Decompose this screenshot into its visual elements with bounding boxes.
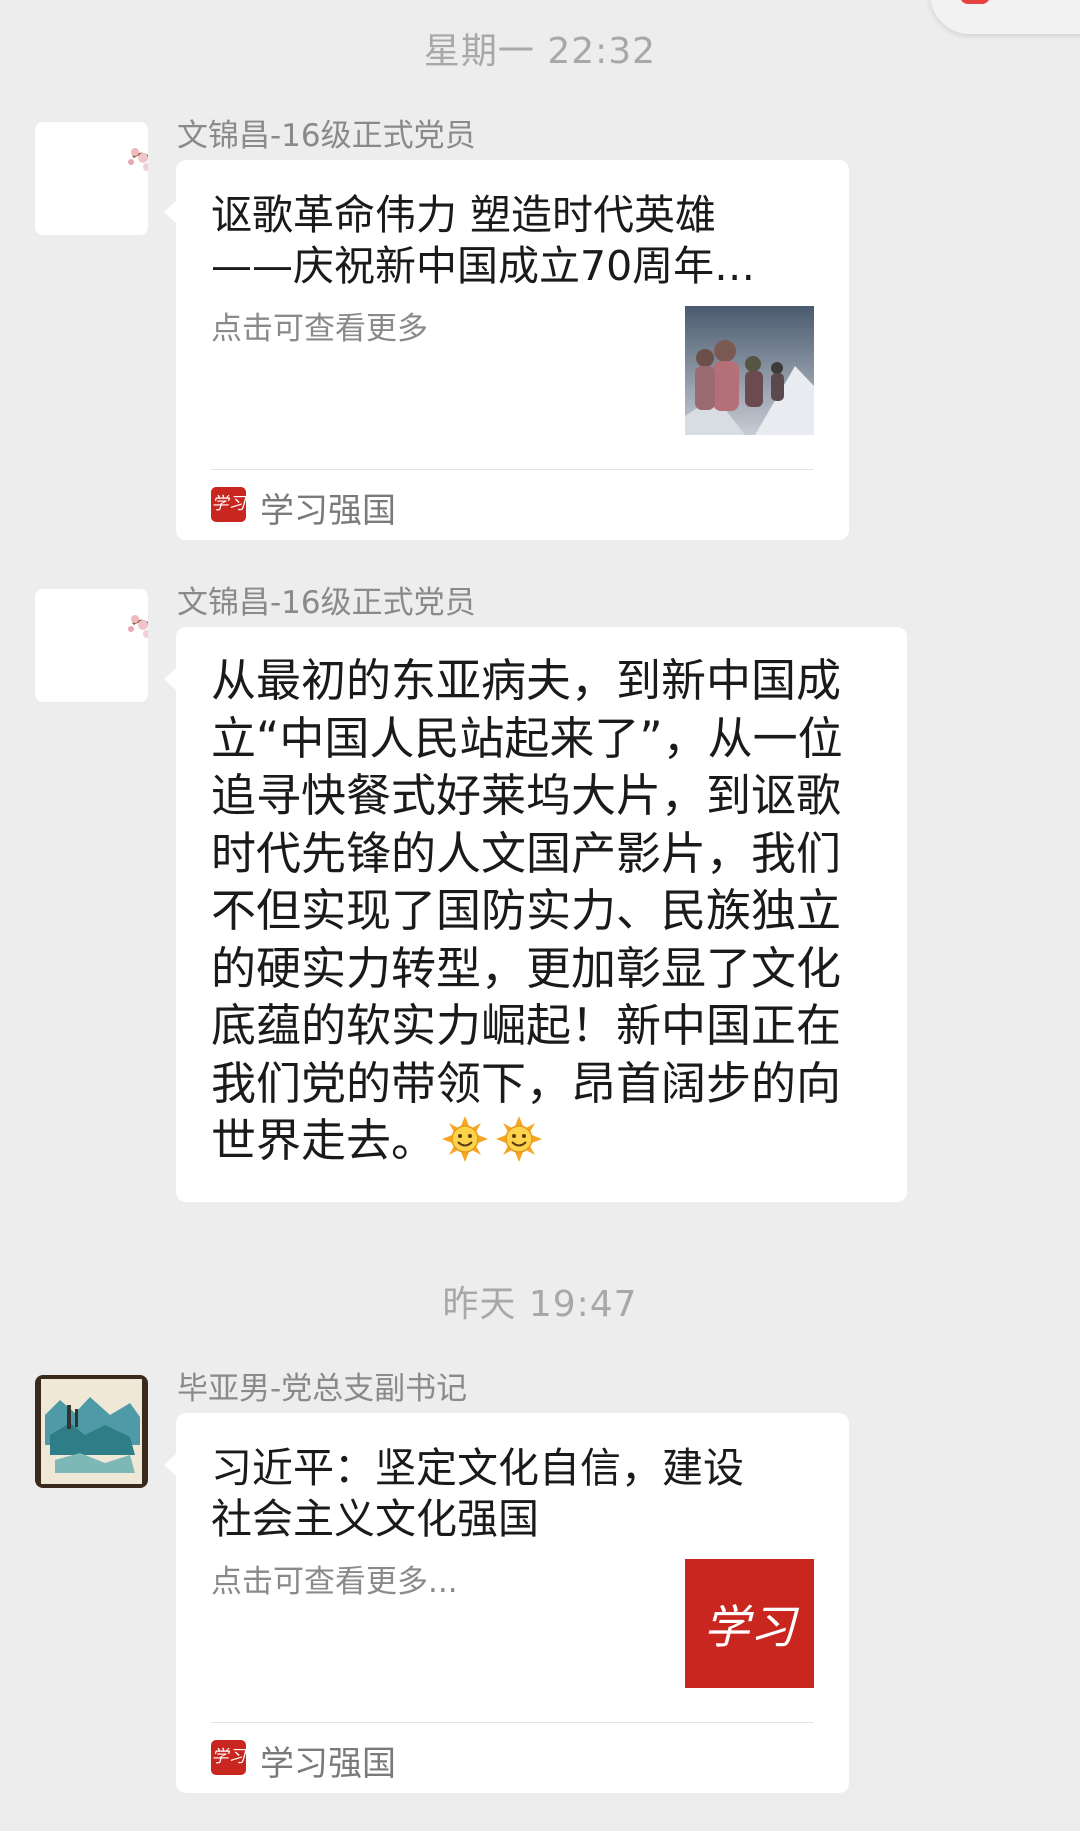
card-source-label: 学习强国 xyxy=(260,491,396,531)
sun-icon xyxy=(494,1114,544,1164)
card-thumbnail: 学习 xyxy=(685,1559,814,1688)
message-text: 从最初的东亚病夫，到新中国成 立“中国人民站起来了”，从一位 追寻快餐式好莱坞大… xyxy=(211,652,891,1170)
card-divider xyxy=(211,1722,814,1723)
avatar[interactable] xyxy=(35,122,148,235)
xuexi-logo: 学习 xyxy=(703,1599,796,1654)
xuexi-app-icon: 学习 xyxy=(211,1740,246,1775)
article-card[interactable]: 讴歌革命伟力 塑造时代英雄 ——庆祝新中国成立70周年… 点击可查看更多 学习 … xyxy=(164,160,849,540)
card-divider xyxy=(211,469,814,470)
article-card[interactable]: 习近平：坚定文化自信，建设 社会主义文化强国 点击可查看更多... 学习 学习 … xyxy=(164,1413,849,1793)
avatar-image xyxy=(35,122,148,235)
card-description: 点击可查看更多 xyxy=(211,311,428,347)
chat-screen: 星期一 22:32 文锦昌-16级正式党员 讴歌革命伟力 塑造时代英雄 ——庆祝… xyxy=(0,0,1080,1831)
sun-icon xyxy=(440,1114,490,1164)
card-source-label: 学习强国 xyxy=(260,1744,396,1784)
sender-name: 毕亚男-党总支副书记 xyxy=(177,1371,468,1407)
timestamp: 昨天 19:47 xyxy=(442,1284,638,1325)
card-thumbnail xyxy=(685,306,814,435)
xuexi-app-icon: 学习 xyxy=(211,487,246,522)
card-description: 点击可查看更多... xyxy=(211,1564,458,1600)
avatar-image xyxy=(35,589,148,702)
sender-name: 文锦昌-16级正式党员 xyxy=(177,118,476,154)
notification-dot xyxy=(960,0,990,4)
message-text-content: 从最初的东亚病夫，到新中国成 立“中国人民站起来了”，从一位 追寻快餐式好莱坞大… xyxy=(211,654,843,1167)
avatar[interactable] xyxy=(35,1375,148,1488)
timestamp: 星期一 22:32 xyxy=(423,31,657,72)
avatar-image xyxy=(35,1375,148,1488)
text-message-bubble[interactable]: 从最初的东亚病夫，到新中国成 立“中国人民站起来了”，从一位 追寻快餐式好莱坞大… xyxy=(164,627,907,1202)
card-title: 习近平：坚定文化自信，建设 社会主义文化强国 xyxy=(211,1444,744,1543)
card-title: 讴歌革命伟力 塑造时代英雄 ——庆祝新中国成立70周年… xyxy=(211,191,756,290)
avatar[interactable] xyxy=(35,589,148,702)
sender-name: 文锦昌-16级正式党员 xyxy=(177,585,476,621)
